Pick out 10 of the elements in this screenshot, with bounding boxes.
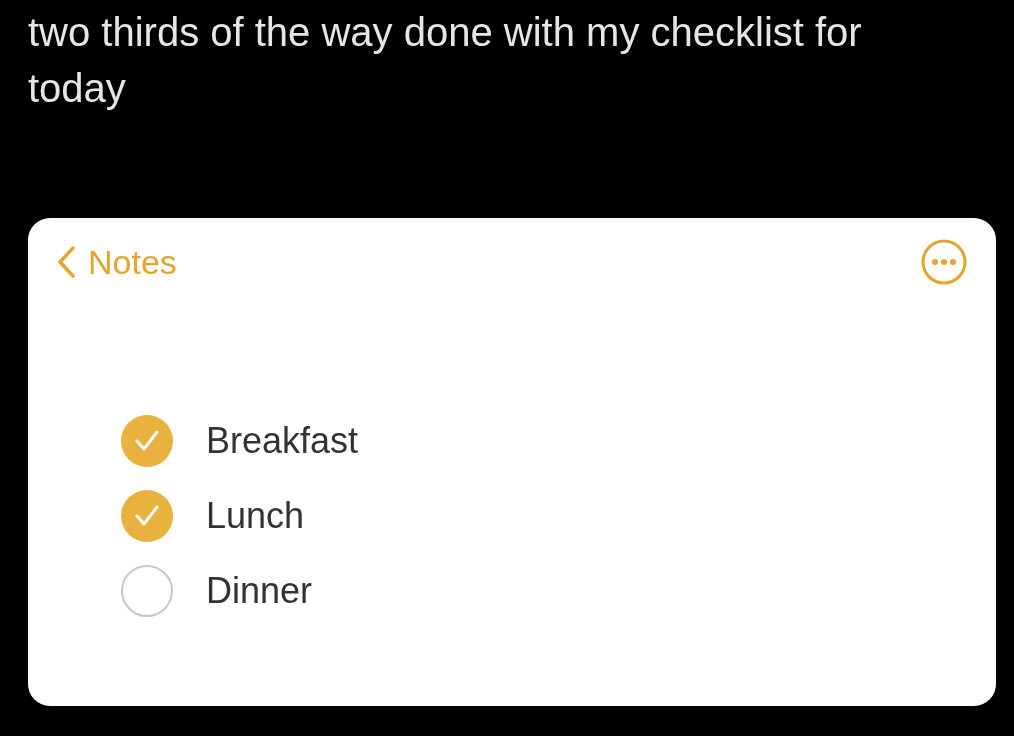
checked-circle-icon[interactable] <box>120 414 174 468</box>
checklist-item: Lunch <box>206 495 305 537</box>
empty-circle-icon[interactable] <box>120 564 174 618</box>
more-icon[interactable] <box>920 238 968 286</box>
post-text: two thirds of the way done with my checklist for today <box>28 9 863 112</box>
checklist-item: Breakfast <box>206 420 359 462</box>
checked-circle-icon[interactable] <box>120 489 174 543</box>
chevron-left-icon <box>56 245 76 279</box>
back-button[interactable]: Notes <box>56 242 177 282</box>
checklist-item: Dinner <box>206 570 313 612</box>
